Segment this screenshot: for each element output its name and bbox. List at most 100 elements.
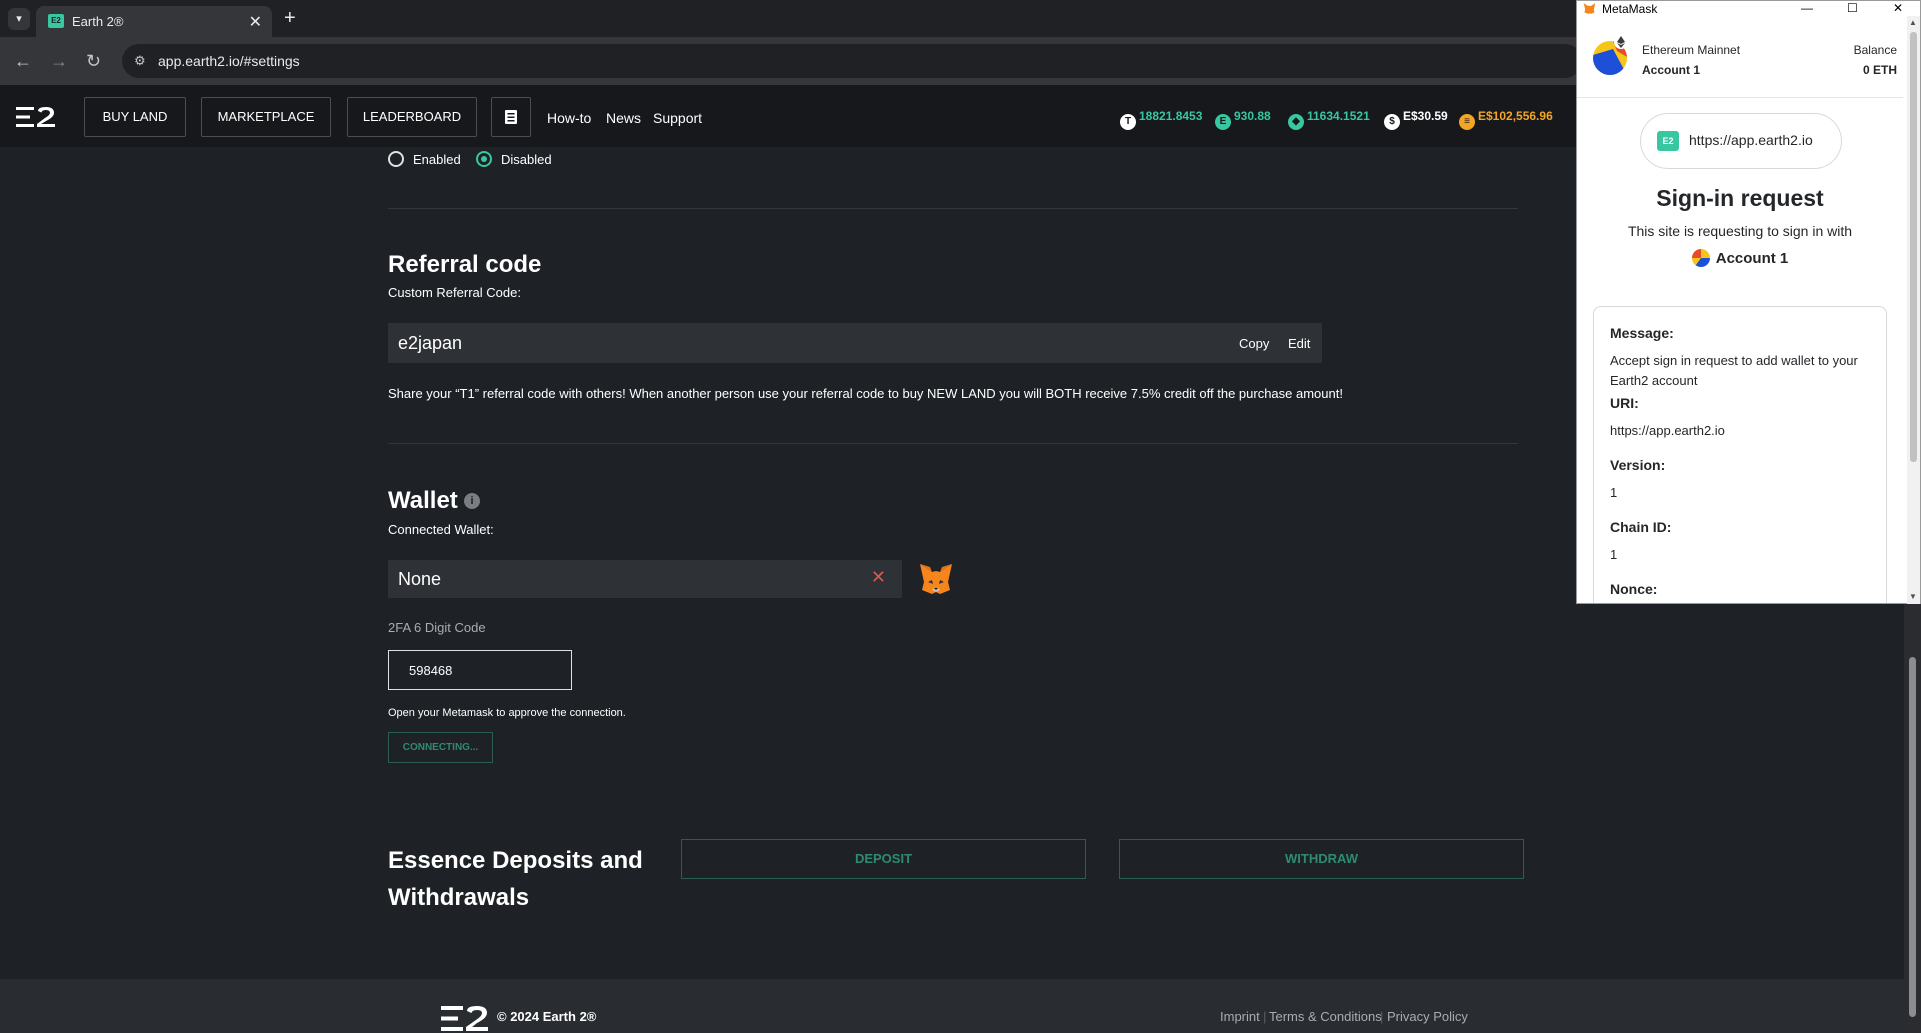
earth2-footer-logo-icon xyxy=(441,1006,488,1031)
radio-enabled-label: Enabled xyxy=(413,152,461,167)
signin-description: This site is requesting to sign in with xyxy=(1627,223,1853,239)
new-tab-icon[interactable]: + xyxy=(284,7,296,30)
radio-disabled-label: Disabled xyxy=(501,152,552,167)
stat-essence[interactable]: E 930.88 xyxy=(1215,109,1271,130)
balance-value: 0 ETH xyxy=(1862,63,1897,77)
stat-tiles[interactable]: T 18821.8453 xyxy=(1120,109,1202,130)
ether-icon: ◆ xyxy=(1288,114,1304,130)
site-footer: © 2024 Earth 2® Imprint | Terms & Condit… xyxy=(0,979,1904,1033)
radio-enabled[interactable] xyxy=(388,151,404,167)
tab-close-icon[interactable]: ✕ xyxy=(249,12,262,32)
referral-code-value: e2japan xyxy=(398,333,463,353)
url-text: app.earth2.io/#settings xyxy=(158,53,300,69)
footer-separator: | xyxy=(1263,1009,1267,1024)
site-info-icon[interactable]: ⚙ xyxy=(134,53,146,69)
scroll-up-icon[interactable]: ▲ xyxy=(1909,18,1917,27)
scroll-down-icon[interactable]: ▼ xyxy=(1909,592,1917,601)
withdraw-button[interactable]: WITHDRAW xyxy=(1119,839,1524,879)
support-link[interactable]: Support xyxy=(653,110,702,126)
referral-code-label: Custom Referral Code: xyxy=(388,285,521,300)
document-icon xyxy=(505,110,517,124)
metamask-window-title: MetaMask xyxy=(1602,2,1658,16)
wallet-title: Wallet xyxy=(388,487,458,514)
metamask-scrollbar-thumb[interactable] xyxy=(1910,32,1917,462)
tab-list-button[interactable]: ▾ xyxy=(8,8,30,30)
referral-code-title: Referral code xyxy=(388,251,542,278)
tiles-icon: T xyxy=(1120,114,1136,130)
metamask-divider xyxy=(1577,97,1903,98)
connected-wallet-value: None xyxy=(398,569,442,589)
version-label: Version: xyxy=(1610,457,1666,473)
referral-code-field[interactable]: e2japan Copy Edit xyxy=(388,323,1322,363)
chain-id-value: 1 xyxy=(1610,547,1618,562)
copy-button[interactable]: Copy xyxy=(1239,336,1269,351)
metamask-body: Ethereum Mainnet Account 1 Balance 0 ETH… xyxy=(1577,17,1903,603)
back-arrow-icon[interactable]: ← xyxy=(14,51,32,72)
stat-ether[interactable]: ◆ 11634.1521 xyxy=(1288,109,1370,130)
site-origin-pill: E2 https://app.earth2.io xyxy=(1640,113,1842,169)
reload-icon[interactable]: ↻ xyxy=(86,51,101,72)
minimize-icon[interactable]: — xyxy=(1801,1,1813,15)
earth2-favicon-icon: E2 xyxy=(48,14,64,28)
metamask-small-fox-icon xyxy=(1583,3,1596,14)
footer-copyright: © 2024 Earth 2® xyxy=(497,1009,597,1024)
nonce-label: Nonce: xyxy=(1610,581,1658,597)
metamask-titlebar: MetaMask — ☐ ✕ xyxy=(1577,1,1920,17)
essence-icon: E xyxy=(1215,114,1231,130)
balance-label: Balance xyxy=(1853,43,1897,57)
disconnect-wallet-icon[interactable]: ✕ xyxy=(871,567,886,588)
deposit-button[interactable]: DEPOSIT xyxy=(681,839,1086,879)
section-divider xyxy=(388,208,1518,209)
network-name[interactable]: Ethereum Mainnet xyxy=(1642,43,1740,57)
news-link[interactable]: News xyxy=(606,110,641,126)
chain-id-label: Chain ID: xyxy=(1610,519,1672,535)
stat-cash[interactable]: $ E$30.59 xyxy=(1384,109,1448,130)
metamask-hint: Open your Metamask to approve the connec… xyxy=(388,707,626,719)
terms-link[interactable]: Terms & Conditions xyxy=(1269,1009,1382,1024)
page-scrollbar-thumb[interactable] xyxy=(1909,657,1916,1017)
site-origin-url: https://app.earth2.io xyxy=(1689,132,1813,148)
signin-heading: Sign-in request xyxy=(1656,185,1824,211)
section-divider xyxy=(388,443,1518,444)
earth2-logo-icon[interactable] xyxy=(16,105,56,129)
document-button[interactable] xyxy=(491,97,531,137)
account-mini-avatar xyxy=(1691,249,1710,267)
info-icon[interactable]: i xyxy=(464,493,480,509)
version-value: 1 xyxy=(1610,485,1618,500)
connecting-button[interactable]: CONNECTING... xyxy=(388,732,493,763)
twofa-input[interactable] xyxy=(388,650,572,690)
radio-disabled[interactable] xyxy=(476,151,492,167)
metamask-scrollbar[interactable]: ▲ ▼ xyxy=(1907,16,1920,604)
forward-arrow-icon[interactable]: → xyxy=(50,51,68,72)
earth2-origin-icon: E2 xyxy=(1657,131,1679,151)
message-value: Accept sign in request to add wallet to … xyxy=(1610,353,1858,388)
marketplace-button[interactable]: MARKETPLACE xyxy=(201,97,331,137)
account-name: Account 1 xyxy=(1642,63,1701,77)
message-label: Message: xyxy=(1610,325,1674,341)
metamask-window: MetaMask — ☐ ✕ Ethereum Mainnet Account … xyxy=(1576,0,1921,604)
tab-title: Earth 2® xyxy=(72,14,124,29)
window-close-icon[interactable]: ✕ xyxy=(1893,1,1903,15)
signin-account: Account 1 xyxy=(1577,249,1903,267)
buy-land-button[interactable]: BUY LAND xyxy=(84,97,186,137)
connected-wallet-label: Connected Wallet: xyxy=(388,522,494,537)
stat-net-worth[interactable]: ≡ E$102,556.96 xyxy=(1459,109,1553,130)
url-omnibox[interactable]: ⚙ app.earth2.io/#settings xyxy=(122,44,1582,78)
maximize-icon[interactable]: ☐ xyxy=(1847,1,1858,15)
edit-button[interactable]: Edit xyxy=(1288,336,1310,351)
imprint-link[interactable]: Imprint xyxy=(1220,1009,1260,1024)
metamask-fox-icon[interactable] xyxy=(918,562,954,596)
coin-icon: ≡ xyxy=(1459,114,1475,130)
referral-note: Share your “T1” referral code with other… xyxy=(388,386,1343,401)
privacy-link[interactable]: Privacy Policy xyxy=(1387,1009,1468,1024)
connected-wallet-field: None ✕ xyxy=(388,560,902,598)
howto-link[interactable]: How-to xyxy=(547,110,591,126)
essence-title: Essence Deposits and Withdrawals xyxy=(388,847,643,911)
browser-tab-earth2[interactable]: E2 Earth 2® ✕ xyxy=(36,6,272,37)
uri-value: https://app.earth2.io xyxy=(1610,423,1725,438)
ethereum-icon xyxy=(1614,35,1628,49)
leaderboard-button[interactable]: LEADERBOARD xyxy=(347,97,477,137)
uri-label: URI: xyxy=(1610,395,1639,411)
footer-separator: | xyxy=(1380,1009,1384,1024)
twofa-label: 2FA 6 Digit Code xyxy=(388,620,486,635)
